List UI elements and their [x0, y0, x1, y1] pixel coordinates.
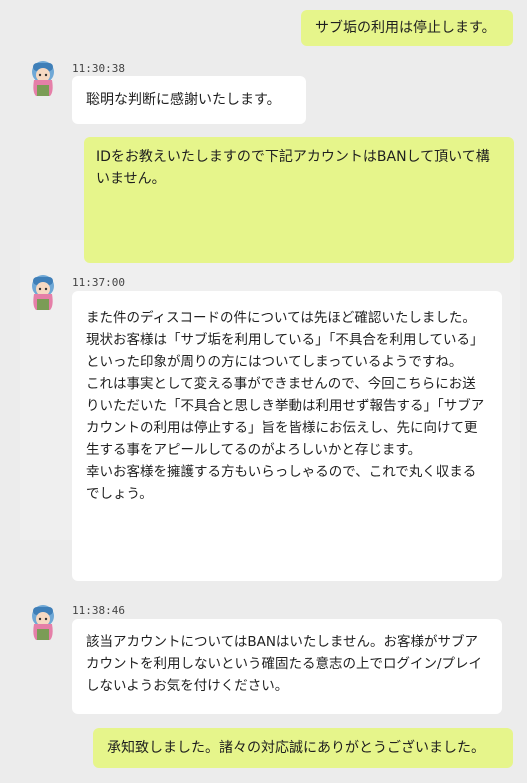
- agent-avatar-icon: [32, 605, 54, 640]
- agent-message-bubble: また件のディスコードの件については先ほど確認いたしました。 現状お客様は「サブ垢…: [72, 291, 502, 581]
- message-timestamp: 11:30:38: [72, 62, 125, 75]
- user-message-bubble: IDをお教えいたしますので下記アカウントはBANして頂いて構いません。: [84, 137, 514, 263]
- agent-avatar-icon: [32, 275, 54, 310]
- user-message-bubble: サブ垢の利用は停止します。: [301, 10, 513, 46]
- agent-message-bubble: 聡明な判断に感謝いたします。: [72, 76, 306, 124]
- agent-message-bubble: 該当アカウントについてはBANはいたしません。お客様がサブアカウントを利用しない…: [72, 619, 502, 714]
- agent-avatar-icon: [32, 61, 54, 96]
- message-timestamp: 11:37:00: [72, 276, 125, 289]
- message-timestamp: 11:38:46: [72, 604, 125, 617]
- user-message-bubble: 承知致しました。諸々の対応誠にありがとうございました。: [93, 728, 513, 768]
